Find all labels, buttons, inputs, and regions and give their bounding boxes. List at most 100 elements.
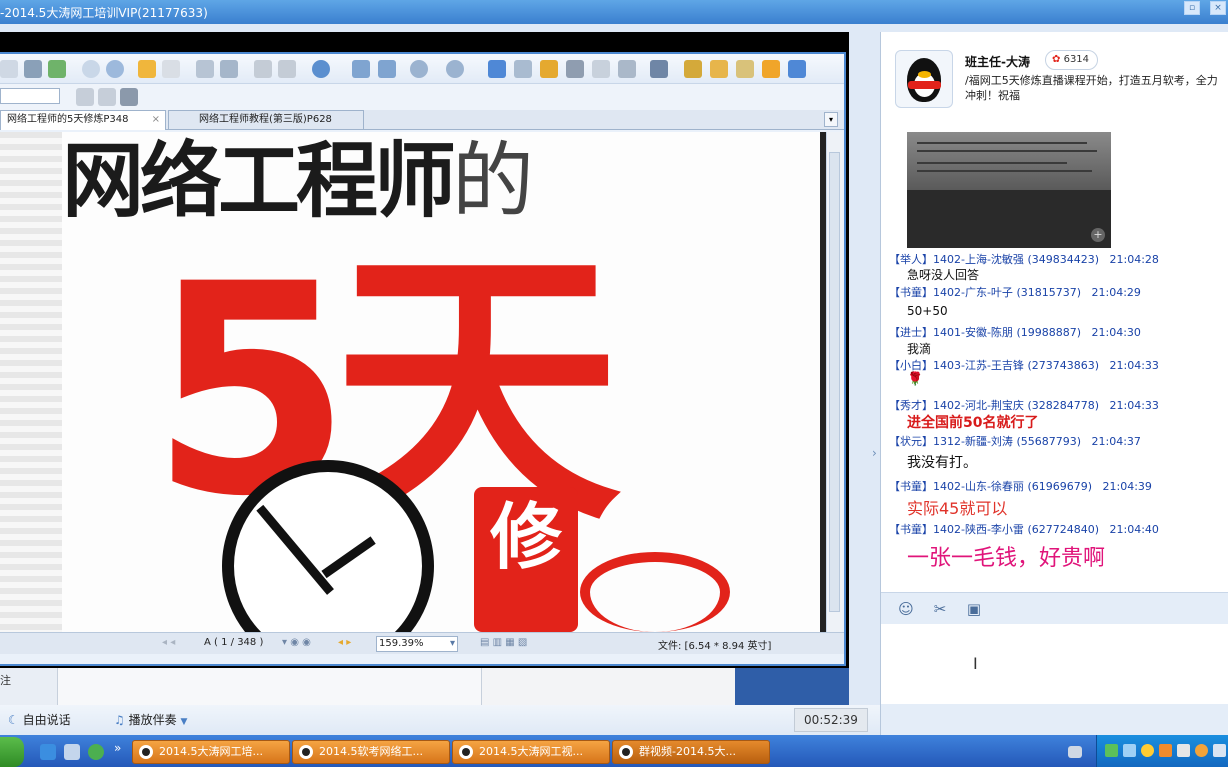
page-scrollbar[interactable] (826, 132, 842, 632)
message-header[interactable]: 【书童】1402-陕西-李小雷 (627724840) 21:04:40 (889, 521, 1159, 537)
tab-textbook[interactable]: 网络工程师教程(第三版)P628 (168, 110, 364, 130)
email-icon[interactable] (48, 60, 66, 78)
desktop-icon[interactable] (64, 744, 80, 760)
pointer-icon[interactable] (540, 60, 558, 78)
paste-icon[interactable] (220, 60, 238, 78)
shared-image-thumbnail[interactable]: + (907, 132, 1111, 248)
shared-screen-video: 网络工程师的5天修炼P348 × 网络工程师教程(第三版)P628 ▾ 网络工程… (0, 32, 849, 708)
update-icon[interactable] (1195, 744, 1208, 757)
network-icon[interactable] (1105, 744, 1118, 757)
message-header[interactable]: 【状元】1312-新疆-刘涛 (55687793) 21:04:37 (889, 433, 1141, 449)
qq-icon (459, 745, 473, 759)
find-icon[interactable] (566, 60, 584, 78)
text-tool-icon[interactable] (592, 60, 610, 78)
reader-tab-strip: 网络工程师的5天修炼P348 × 网络工程师教程(第三版)P628 ▾ (0, 110, 844, 130)
chat-message-list[interactable]: › + 【举人】1402-上海-沈敏强 (349834423) 21:04:28… (872, 118, 1228, 592)
highlight-icon[interactable] (684, 60, 702, 78)
message-header[interactable]: 【举人】1402-上海-沈敏强 (349834423) 21:04:28 (889, 251, 1159, 267)
bookmark-icon[interactable] (76, 88, 94, 106)
zoom-out-circle-icon[interactable] (410, 60, 428, 78)
print-icon[interactable] (24, 60, 42, 78)
play-music-button[interactable]: ♫ 播放伴奏 ▼ (114, 711, 187, 728)
host-avatar[interactable] (895, 50, 953, 108)
undo-icon[interactable] (254, 60, 272, 78)
image-tool-icon[interactable] (618, 60, 636, 78)
browser-icon[interactable] (88, 744, 104, 760)
redo-icon[interactable] (278, 60, 296, 78)
message-header[interactable]: 【书童】1402-山东-徐春丽 (61969679) 21:04:39 (889, 478, 1152, 494)
shield-icon[interactable] (1159, 744, 1172, 757)
back-icon[interactable] (138, 60, 156, 78)
fit-width-icon[interactable] (378, 60, 396, 78)
edit-icon[interactable] (650, 60, 668, 78)
chevron-down-icon: ▼ (180, 717, 188, 727)
arrow-tool-icon[interactable] (788, 60, 806, 78)
message-header[interactable]: 【秀才】1402-河北-荆宝庆 (328284778) 21:04:33 (889, 397, 1159, 413)
panel-expand-icon[interactable]: › (872, 446, 877, 460)
history-nav-icons[interactable]: ◂ ▸ (338, 637, 351, 648)
restore-icon[interactable]: ▫ (1184, 1, 1200, 15)
hand-tool-icon[interactable] (488, 60, 506, 78)
close-icon[interactable]: × (1210, 1, 1226, 15)
note-icon[interactable] (710, 60, 728, 78)
host-header: 班主任-大涛 ✿ 6314 /福网工5天修炼直播课程开始，打造五月软考，全力冲刺… (881, 32, 1228, 118)
prev-icon[interactable] (82, 60, 100, 78)
first-page-icon[interactable]: ◂ ◂ (162, 637, 175, 648)
group-announcement: /福网工5天修炼直播课程开始，打造五月软考，全力冲刺！祝福 (965, 74, 1218, 102)
image-icon[interactable]: ▣ (965, 600, 983, 618)
music-note-icon: ♫ (114, 713, 125, 727)
copy-icon[interactable] (196, 60, 214, 78)
page-nav-icons[interactable]: ▾ ◉ ◉ (282, 637, 311, 648)
taskbar-item-active[interactable]: 群视频-2014.5大... (612, 740, 770, 764)
taskbar-item[interactable]: 2014.5软考网络工... (292, 740, 450, 764)
address-input[interactable] (0, 88, 60, 104)
qq-tray-icon[interactable] (1141, 744, 1154, 757)
input-method-icon[interactable] (1177, 744, 1190, 757)
zoom-value: 159.39% (379, 638, 424, 649)
pdf-page-view[interactable]: 网络工程师的 5天 修 (0, 132, 826, 632)
qq-icon (299, 745, 313, 759)
free-talk-button[interactable]: ☾ 自由说话 (8, 711, 71, 728)
keyboard-icon[interactable] (1068, 746, 1082, 758)
zoom-image-icon[interactable]: + (1091, 228, 1105, 242)
fit-page-icon[interactable] (352, 60, 370, 78)
message-header[interactable]: 【书童】1402-广东-叶子 (31815737) 21:04:29 (889, 284, 1141, 300)
comment-icon[interactable] (762, 60, 780, 78)
new-doc-icon[interactable] (0, 60, 18, 78)
taskbar-item[interactable]: 2014.5大涛网工培... (132, 740, 290, 764)
search-icon[interactable] (120, 88, 138, 106)
next-icon[interactable] (106, 60, 124, 78)
view-mode-icons[interactable]: ▤ ▥ ▦ ▧ (480, 637, 527, 648)
reader-toolbar-secondary (0, 84, 844, 110)
message-header[interactable]: 【进士】1401-安徽-陈朋 (19988887) 21:04:30 (889, 324, 1141, 340)
textbox-icon[interactable] (736, 60, 754, 78)
ie-icon[interactable] (40, 744, 56, 760)
close-tab-icon[interactable]: × (152, 111, 160, 129)
taskbar-item[interactable]: 2014.5大涛网工视... (452, 740, 610, 764)
monitor-icon[interactable] (1123, 744, 1136, 757)
message-text: 一张一毛钱，好贵啊 (907, 546, 1106, 571)
message-header[interactable]: 【小白】1403-江苏-王吉锋 (273743863) 21:04:33 (889, 357, 1159, 373)
select-text-icon[interactable] (514, 60, 532, 78)
text-cursor-icon: I (973, 654, 978, 673)
quicklaunch-more[interactable]: » (114, 741, 121, 755)
zoom-in-circle-icon[interactable] (446, 60, 464, 78)
host-name[interactable]: 班主任-大涛 (965, 53, 1030, 70)
start-button[interactable] (0, 737, 24, 767)
screenshot-icon[interactable]: ✂ (931, 600, 949, 618)
zoom-select[interactable]: 159.39% ▾ (376, 636, 458, 652)
forward-icon[interactable] (162, 60, 180, 78)
scrollbar-thumb[interactable] (829, 152, 840, 612)
zoom-in-icon[interactable] (312, 60, 330, 78)
chat-input-box[interactable]: I (881, 624, 1228, 704)
message-text: 我滴 (907, 342, 932, 356)
cloud-ornament (580, 552, 730, 632)
emoji-icon[interactable]: ☺ (897, 600, 915, 618)
flower-badge[interactable]: ✿ 6314 (1045, 50, 1099, 70)
page-indicator[interactable]: A ( 1 / 348 ) (204, 637, 263, 648)
chat-panel: 班主任-大涛 ✿ 6314 /福网工5天修炼直播课程开始，打造五月软考，全力冲刺… (872, 32, 1228, 735)
tab-5day-book[interactable]: 网络工程师的5天修炼P348 × (0, 110, 166, 130)
volume-icon[interactable] (1213, 744, 1226, 757)
attach-icon[interactable] (98, 88, 116, 106)
tab-menu-button[interactable]: ▾ (824, 112, 838, 127)
